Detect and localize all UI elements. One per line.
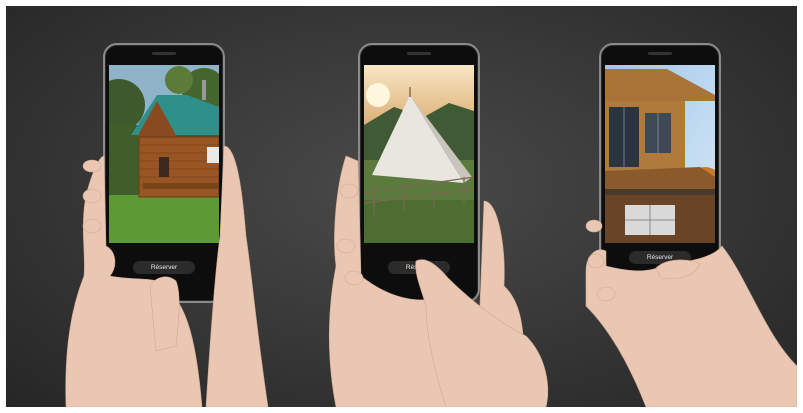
left-finger-tip (82, 218, 102, 234)
right-finger-tip (596, 286, 616, 302)
right-finger-tip (587, 253, 605, 269)
right-finger-tip (585, 219, 603, 233)
middle-finger-tip (344, 270, 364, 286)
hands-layer (65, 145, 797, 407)
middle-finger-tip (339, 183, 359, 199)
left-finger-tip (82, 159, 102, 173)
hero-image: Réserver Réserver (6, 6, 797, 407)
left-back-thumb (205, 145, 269, 407)
middle-finger-tip (336, 238, 356, 254)
left-finger-tip (82, 188, 102, 204)
